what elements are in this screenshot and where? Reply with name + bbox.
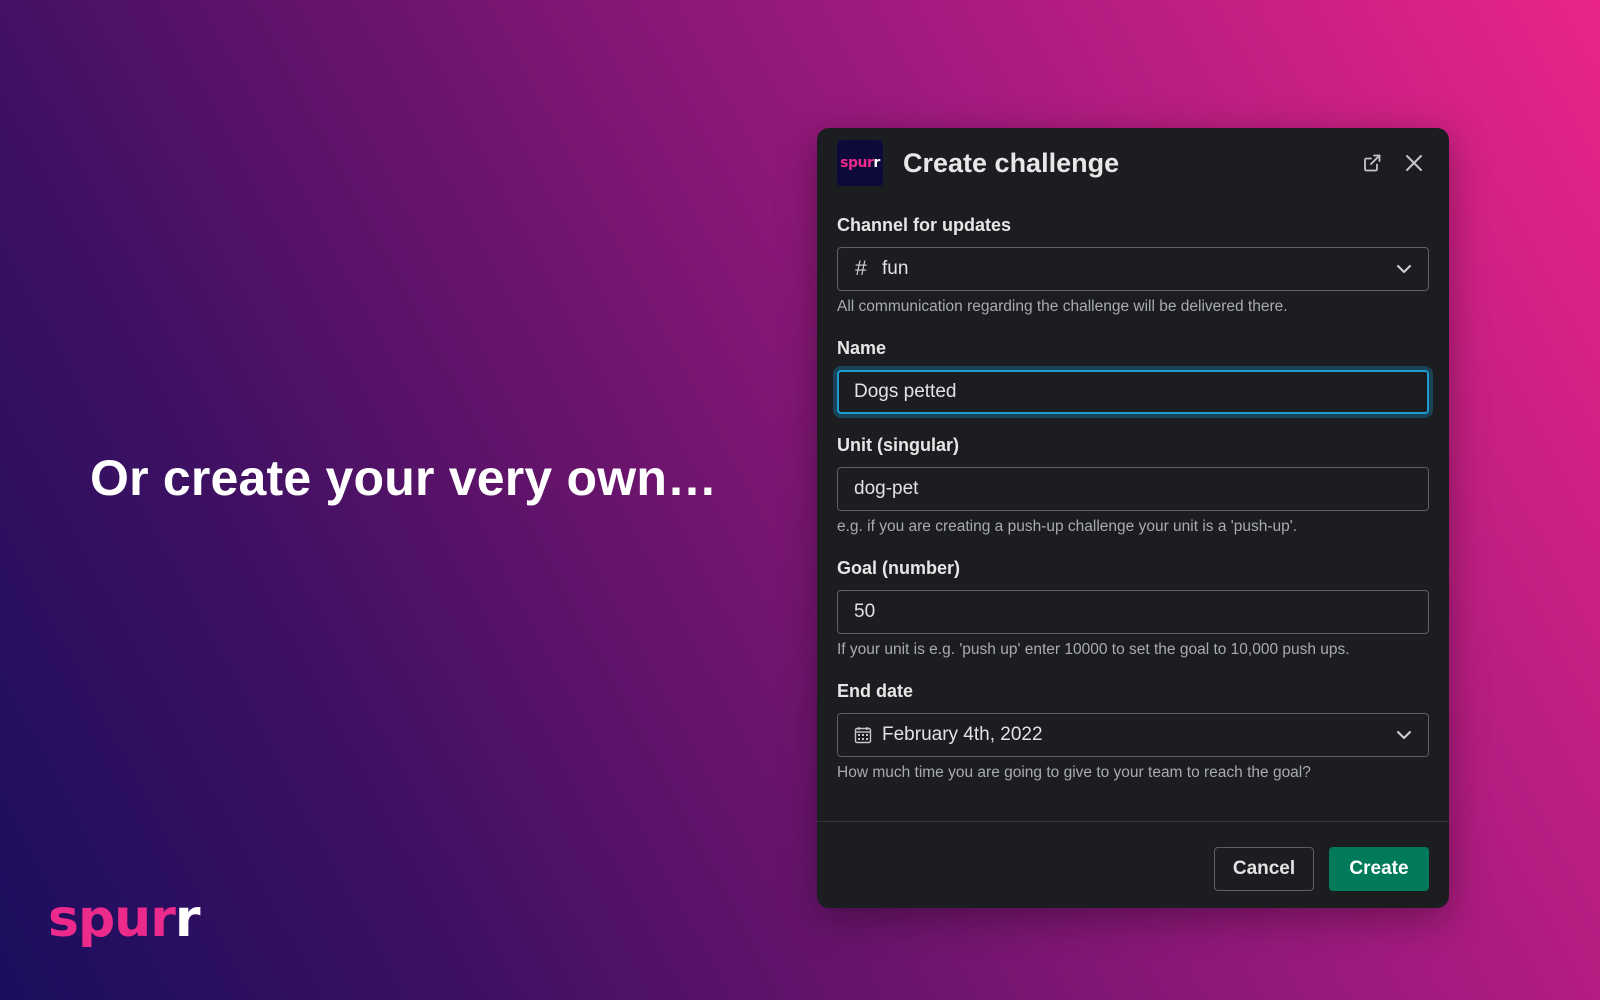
name-group: Name Dogs petted xyxy=(837,337,1429,414)
create-button[interactable]: Create xyxy=(1329,847,1429,891)
name-label: Name xyxy=(837,338,887,358)
end-date-group: End date February 4th, 2022 How much tim… xyxy=(837,680,1429,783)
goal-value: 50 xyxy=(854,601,876,622)
unit-input[interactable]: dog-pet xyxy=(837,467,1429,511)
modal-footer: Cancel Create xyxy=(1214,847,1429,891)
chevron-down-icon xyxy=(1396,730,1412,740)
goal-group: Goal (number) 50 If your unit is e.g. 'p… xyxy=(837,557,1429,660)
unit-label: Unit (singular) xyxy=(837,435,959,455)
channel-value: fun xyxy=(882,258,909,279)
hero-tagline: Or create your very own… xyxy=(90,450,718,506)
external-link-icon xyxy=(1364,154,1381,172)
close-icon xyxy=(1406,155,1422,171)
footer-divider xyxy=(817,821,1449,822)
name-input[interactable]: Dogs petted xyxy=(837,370,1429,414)
channel-hint: All communication regarding the challeng… xyxy=(837,298,1288,315)
brand-logo-part1: spur xyxy=(48,889,176,949)
goal-input[interactable]: 50 xyxy=(837,590,1429,634)
unit-hint: e.g. if you are creating a push-up chall… xyxy=(837,518,1298,535)
channel-select[interactable]: # fun xyxy=(837,247,1429,291)
modal-body: Channel for updates # fun All communicat… xyxy=(837,214,1429,803)
modal-title: Create challenge xyxy=(903,147,1120,178)
end-date-value: February 4th, 2022 xyxy=(882,724,1043,745)
create-challenge-modal: spur r Create challenge Channel for updat… xyxy=(817,128,1449,908)
unit-group: Unit (singular) dog-pet e.g. if you are … xyxy=(837,434,1429,537)
unit-value: dog-pet xyxy=(854,478,919,499)
app-logo-part2: r xyxy=(873,155,880,171)
modal-header: spur r Create challenge xyxy=(837,140,1429,186)
close-button[interactable] xyxy=(1399,148,1429,178)
calendar-icon xyxy=(854,726,872,744)
brand-logo-part2: r xyxy=(174,889,201,949)
goal-label: Goal (number) xyxy=(837,558,961,578)
open-external-button[interactable] xyxy=(1357,148,1387,178)
cancel-button[interactable]: Cancel xyxy=(1214,847,1314,891)
hash-icon: # xyxy=(855,257,867,280)
end-date-label: End date xyxy=(837,681,914,701)
goal-hint: If your unit is e.g. 'push up' enter 100… xyxy=(837,641,1350,658)
name-value: Dogs petted xyxy=(854,381,957,402)
end-date-hint: How much time you are going to give to y… xyxy=(837,764,1311,781)
end-date-picker[interactable]: February 4th, 2022 xyxy=(837,713,1429,757)
app-logo-part1: spur xyxy=(840,155,874,171)
chevron-down-icon xyxy=(1396,264,1412,274)
brand-logo: spurr xyxy=(48,893,200,945)
channel-group: Channel for updates # fun All communicat… xyxy=(837,214,1429,317)
app-logo: spur r xyxy=(837,140,883,186)
channel-label: Channel for updates xyxy=(837,215,1012,235)
